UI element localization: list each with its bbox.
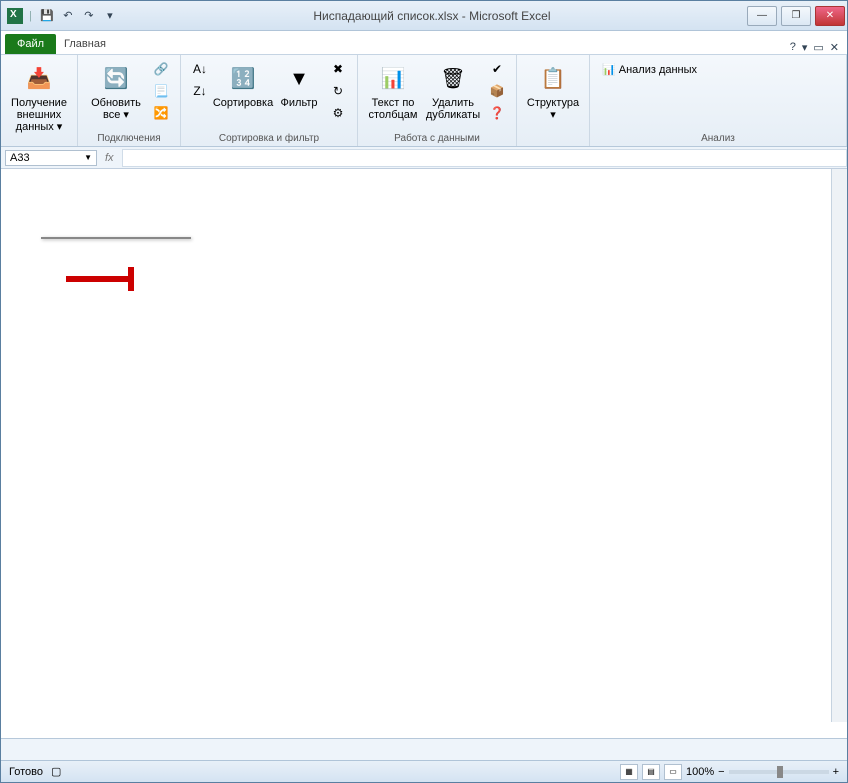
sort-icon: 🔢 — [227, 63, 259, 95]
name-box-value: A33 — [10, 152, 30, 164]
external-data-button[interactable]: 📥 Получение внешних данных ▾ — [9, 59, 69, 133]
edit-links-icon[interactable]: 🔀 — [150, 103, 172, 123]
external-data-icon: 📥 — [23, 63, 55, 95]
zoom-slider[interactable] — [729, 770, 829, 774]
sort-button[interactable]: 🔢 Сортировка — [215, 59, 271, 109]
ribbon-dd-icon[interactable]: ▾ — [802, 41, 808, 54]
maximize-button[interactable]: ❐ — [781, 6, 811, 26]
outline-icon: 📋 — [537, 63, 569, 95]
annotation-callout — [61, 259, 161, 302]
properties-icon[interactable]: 📃 — [150, 81, 172, 101]
sort-asc-icon[interactable]: A↓ — [189, 59, 211, 79]
refresh-all-button[interactable]: 🔄 Обновить все ▾ — [86, 59, 146, 121]
window-title: Ниспадающий список.xlsx - Microsoft Exce… — [119, 9, 745, 23]
whatif-icon[interactable]: ❓ — [486, 103, 508, 123]
text-to-columns-button[interactable]: 📊 Текст по столбцам — [366, 59, 420, 121]
advanced-filter-icon[interactable]: ⚙ — [327, 103, 349, 123]
group-label-outline — [525, 142, 581, 144]
outline-label: Структура ▾ — [527, 97, 579, 121]
normal-view-button[interactable]: ▦ — [620, 764, 638, 780]
filter-button[interactable]: ▼ Фильтр — [275, 59, 323, 109]
page-break-button[interactable]: ▭ — [664, 764, 682, 780]
ribbon-tab-главная[interactable]: Главная — [56, 34, 114, 54]
t2c-label: Текст по столбцам — [369, 97, 418, 121]
app-window: | 💾 ↶ ↷ ▾ Ниспадающий список.xlsx - Micr… — [0, 0, 848, 783]
refresh-icon: 🔄 — [100, 63, 132, 95]
refresh-label: Обновить все ▾ — [91, 97, 141, 121]
group-label-datatools: Работа с данными — [366, 131, 508, 144]
group-label-sort: Сортировка и фильтр — [189, 131, 349, 144]
outline-button[interactable]: 📋 Структура ▾ — [525, 59, 581, 121]
zoom-in-button[interactable]: + — [833, 766, 839, 778]
qat-customize[interactable]: ▾ — [101, 7, 119, 25]
sort-desc-icon[interactable]: Z↓ — [189, 81, 211, 101]
dup-label: Удалить дубликаты — [426, 97, 480, 121]
undo-button[interactable]: ↶ — [59, 7, 77, 25]
vertical-scrollbar[interactable] — [831, 169, 847, 722]
save-button[interactable]: 💾 — [38, 7, 56, 25]
title-bar: | 💾 ↶ ↷ ▾ Ниспадающий список.xlsx - Micr… — [1, 1, 847, 31]
group-label-ext — [9, 142, 69, 144]
formula-bar: A33 ▼ fx — [1, 147, 847, 169]
duplicates-icon: 🗑 — [437, 63, 469, 95]
status-ready: Готово — [9, 766, 43, 778]
consolidate-icon[interactable]: 📦 — [486, 81, 508, 101]
connections-icon[interactable]: 🔗 — [150, 59, 172, 79]
clear-filter-icon[interactable]: ✖ — [327, 59, 349, 79]
doc-close-icon[interactable]: ✕ — [830, 41, 839, 54]
close-button[interactable]: ✕ — [815, 6, 845, 26]
zoom-out-button[interactable]: − — [718, 766, 724, 778]
group-label-conn: Подключения — [86, 131, 172, 144]
help-icon[interactable]: ? — [790, 41, 796, 54]
group-label-analysis: Анализ — [598, 131, 838, 144]
status-bar: Готово ▢ ▦ ▤ ▭ 100% − + — [1, 760, 847, 782]
page-layout-button[interactable]: ▤ — [642, 764, 660, 780]
validation-dropdown — [41, 237, 191, 239]
fx-icon[interactable]: fx — [105, 152, 114, 164]
ribbon-min-icon[interactable]: ▭ — [813, 41, 823, 54]
data-analysis-button[interactable]: 📊 Анализ данных — [598, 59, 701, 80]
sort-label: Сортировка — [213, 97, 273, 109]
file-tab[interactable]: Файл — [5, 34, 56, 54]
name-box-dd-icon[interactable]: ▼ — [84, 153, 92, 162]
ribbon-tabs: Файл Главная ? ▾ ▭ ✕ — [1, 31, 847, 55]
excel-icon — [7, 8, 23, 24]
ribbon: 📥 Получение внешних данных ▾ 🔄 Обновить … — [1, 55, 847, 147]
validation-icon[interactable]: ✔ — [486, 59, 508, 79]
spreadsheet-grid[interactable] — [1, 169, 847, 738]
filter-label: Фильтр — [281, 97, 318, 109]
filter-icon: ▼ — [283, 63, 315, 95]
zoom-level[interactable]: 100% — [686, 766, 714, 778]
minimize-button[interactable]: — — [747, 6, 777, 26]
formula-input[interactable] — [122, 149, 847, 167]
qat-separator: | — [29, 10, 32, 22]
text-columns-icon: 📊 — [377, 63, 409, 95]
external-data-label: Получение внешних данных ▾ — [9, 97, 69, 133]
name-box[interactable]: A33 ▼ — [5, 150, 97, 166]
macro-record-icon[interactable]: ▢ — [51, 765, 61, 778]
reapply-icon[interactable]: ↻ — [327, 81, 349, 101]
sheet-tab-bar — [1, 738, 847, 760]
redo-button[interactable]: ↷ — [80, 7, 98, 25]
remove-duplicates-button[interactable]: 🗑 Удалить дубликаты — [424, 59, 482, 121]
